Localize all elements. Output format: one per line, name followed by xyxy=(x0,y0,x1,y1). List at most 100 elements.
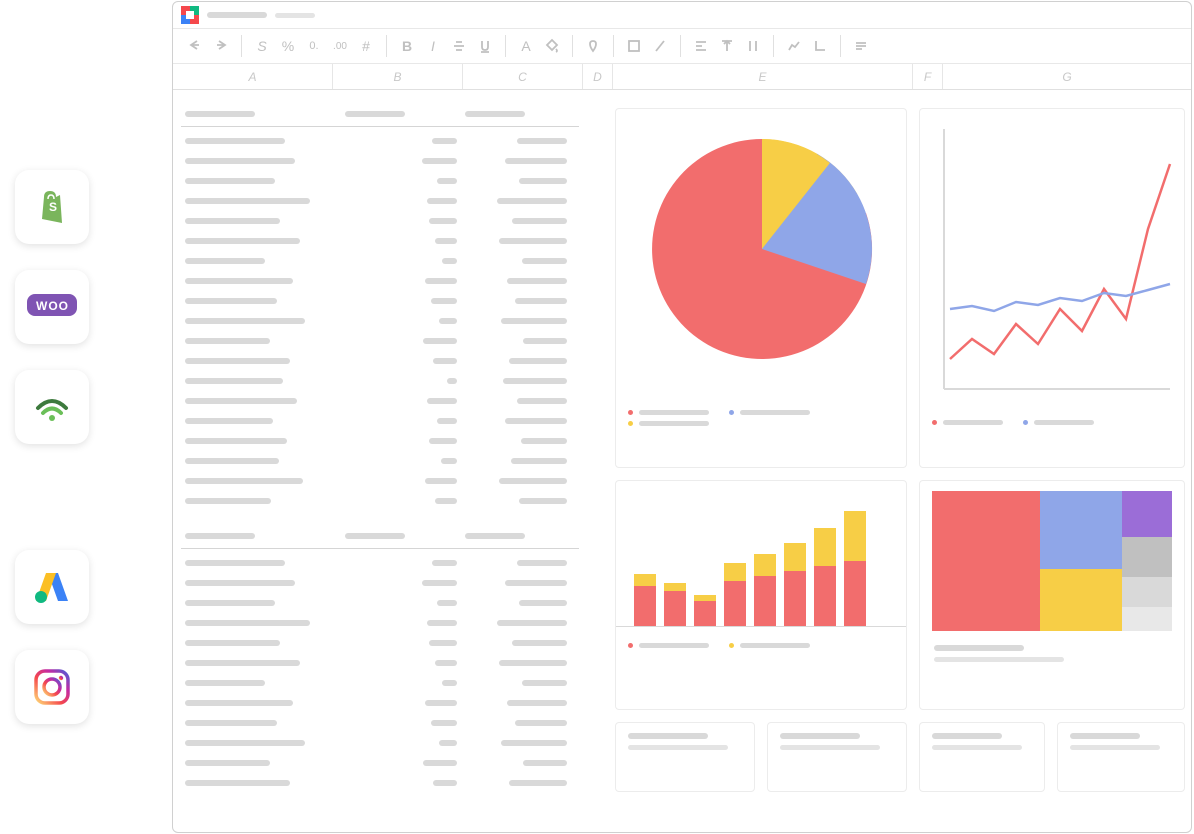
woocommerce-icon[interactable]: WOO xyxy=(15,270,89,344)
chart-icon[interactable] xyxy=(784,36,804,56)
wifi-app-icon[interactable] xyxy=(15,370,89,444)
undo-icon[interactable] xyxy=(185,36,205,56)
bar xyxy=(694,595,716,626)
table-row xyxy=(181,375,579,387)
col-header-d[interactable]: D xyxy=(583,64,613,89)
spreadsheet-window: S % 0. .00 # B I A A B C D E F G xyxy=(172,1,1192,833)
redo-icon[interactable] xyxy=(211,36,231,56)
app-logo-icon xyxy=(181,6,199,24)
col-header-e[interactable]: E xyxy=(613,64,913,89)
line-legend xyxy=(920,414,1184,431)
col-header-g[interactable]: G xyxy=(943,64,1191,89)
bar xyxy=(664,583,686,626)
pie-legend xyxy=(616,404,906,421)
align-left-icon[interactable] xyxy=(691,36,711,56)
decimal-two-icon[interactable]: .00 xyxy=(330,36,350,56)
bar-chart-card xyxy=(615,480,907,710)
summary-card-1 xyxy=(615,722,755,792)
table-row xyxy=(181,677,579,689)
hash-icon[interactable]: # xyxy=(356,36,376,56)
instagram-icon[interactable] xyxy=(15,650,89,724)
bar xyxy=(814,528,836,626)
currency-icon[interactable]: S xyxy=(252,36,272,56)
data-table-1 xyxy=(181,108,579,515)
pie-chart xyxy=(616,109,908,399)
table-row xyxy=(181,335,579,347)
line-chart-card xyxy=(919,108,1185,468)
border-icon[interactable] xyxy=(624,36,644,56)
toolbar: S % 0. .00 # B I A xyxy=(173,28,1191,64)
bar-chart xyxy=(616,497,906,627)
bar xyxy=(754,554,776,626)
percent-icon[interactable]: % xyxy=(278,36,298,56)
data-table-2 xyxy=(181,530,579,797)
column-headers: A B C D E F G xyxy=(173,64,1191,90)
treemap-card xyxy=(919,480,1185,710)
bar xyxy=(844,511,866,626)
align-top-icon[interactable] xyxy=(717,36,737,56)
table-row xyxy=(181,255,579,267)
summary-card-3 xyxy=(919,722,1045,792)
table-row xyxy=(181,135,579,147)
tag-icon[interactable] xyxy=(583,36,603,56)
wrap-icon[interactable] xyxy=(743,36,763,56)
doc-title xyxy=(207,12,267,18)
table-row xyxy=(181,175,579,187)
doc-subtitle xyxy=(275,13,315,18)
svg-text:WOO: WOO xyxy=(36,299,69,313)
table-row xyxy=(181,557,579,569)
decimal-zero-icon[interactable]: 0. xyxy=(304,36,324,56)
table-row xyxy=(181,737,579,749)
treemap-chart xyxy=(932,491,1172,631)
table-row xyxy=(181,215,579,227)
bar xyxy=(634,574,656,626)
table-row xyxy=(181,295,579,307)
table-row xyxy=(181,435,579,447)
col-header-f[interactable]: F xyxy=(913,64,943,89)
table-row xyxy=(181,657,579,669)
col-header-a[interactable]: A xyxy=(173,64,333,89)
col-header-c[interactable]: C xyxy=(463,64,583,89)
col-header-b[interactable]: B xyxy=(333,64,463,89)
underline-icon[interactable] xyxy=(475,36,495,56)
bar-legend xyxy=(616,637,906,654)
shopify-icon[interactable]: S xyxy=(15,170,89,244)
bold-icon[interactable]: B xyxy=(397,36,417,56)
line-chart xyxy=(920,109,1186,409)
table-row xyxy=(181,717,579,729)
table-row xyxy=(181,777,579,789)
table-row xyxy=(181,155,579,167)
strike-icon[interactable] xyxy=(449,36,469,56)
table-row xyxy=(181,475,579,487)
slash-icon[interactable] xyxy=(650,36,670,56)
table-row xyxy=(181,235,579,247)
table-row xyxy=(181,597,579,609)
grid-area xyxy=(173,90,1191,832)
table-row xyxy=(181,195,579,207)
bar xyxy=(724,563,746,626)
pie-chart-card xyxy=(615,108,907,468)
table-row xyxy=(181,315,579,327)
table-row xyxy=(181,697,579,709)
titlebar xyxy=(173,2,1191,28)
integrations-sidebar: S WOO xyxy=(15,170,89,724)
table-row xyxy=(181,637,579,649)
table-row xyxy=(181,355,579,367)
google-ads-icon[interactable] xyxy=(15,550,89,624)
fill-color-icon[interactable] xyxy=(542,36,562,56)
table-row xyxy=(181,495,579,507)
summary-card-4 xyxy=(1057,722,1185,792)
table-row xyxy=(181,617,579,629)
corner-icon[interactable] xyxy=(810,36,830,56)
svg-text:S: S xyxy=(49,200,57,214)
table-row xyxy=(181,757,579,769)
table-row xyxy=(181,577,579,589)
table-row xyxy=(181,415,579,427)
list-icon[interactable] xyxy=(851,36,871,56)
table-row xyxy=(181,275,579,287)
table-row xyxy=(181,395,579,407)
italic-icon[interactable]: I xyxy=(423,36,443,56)
font-color-icon[interactable]: A xyxy=(516,36,536,56)
bar xyxy=(784,543,806,626)
table-row xyxy=(181,455,579,467)
